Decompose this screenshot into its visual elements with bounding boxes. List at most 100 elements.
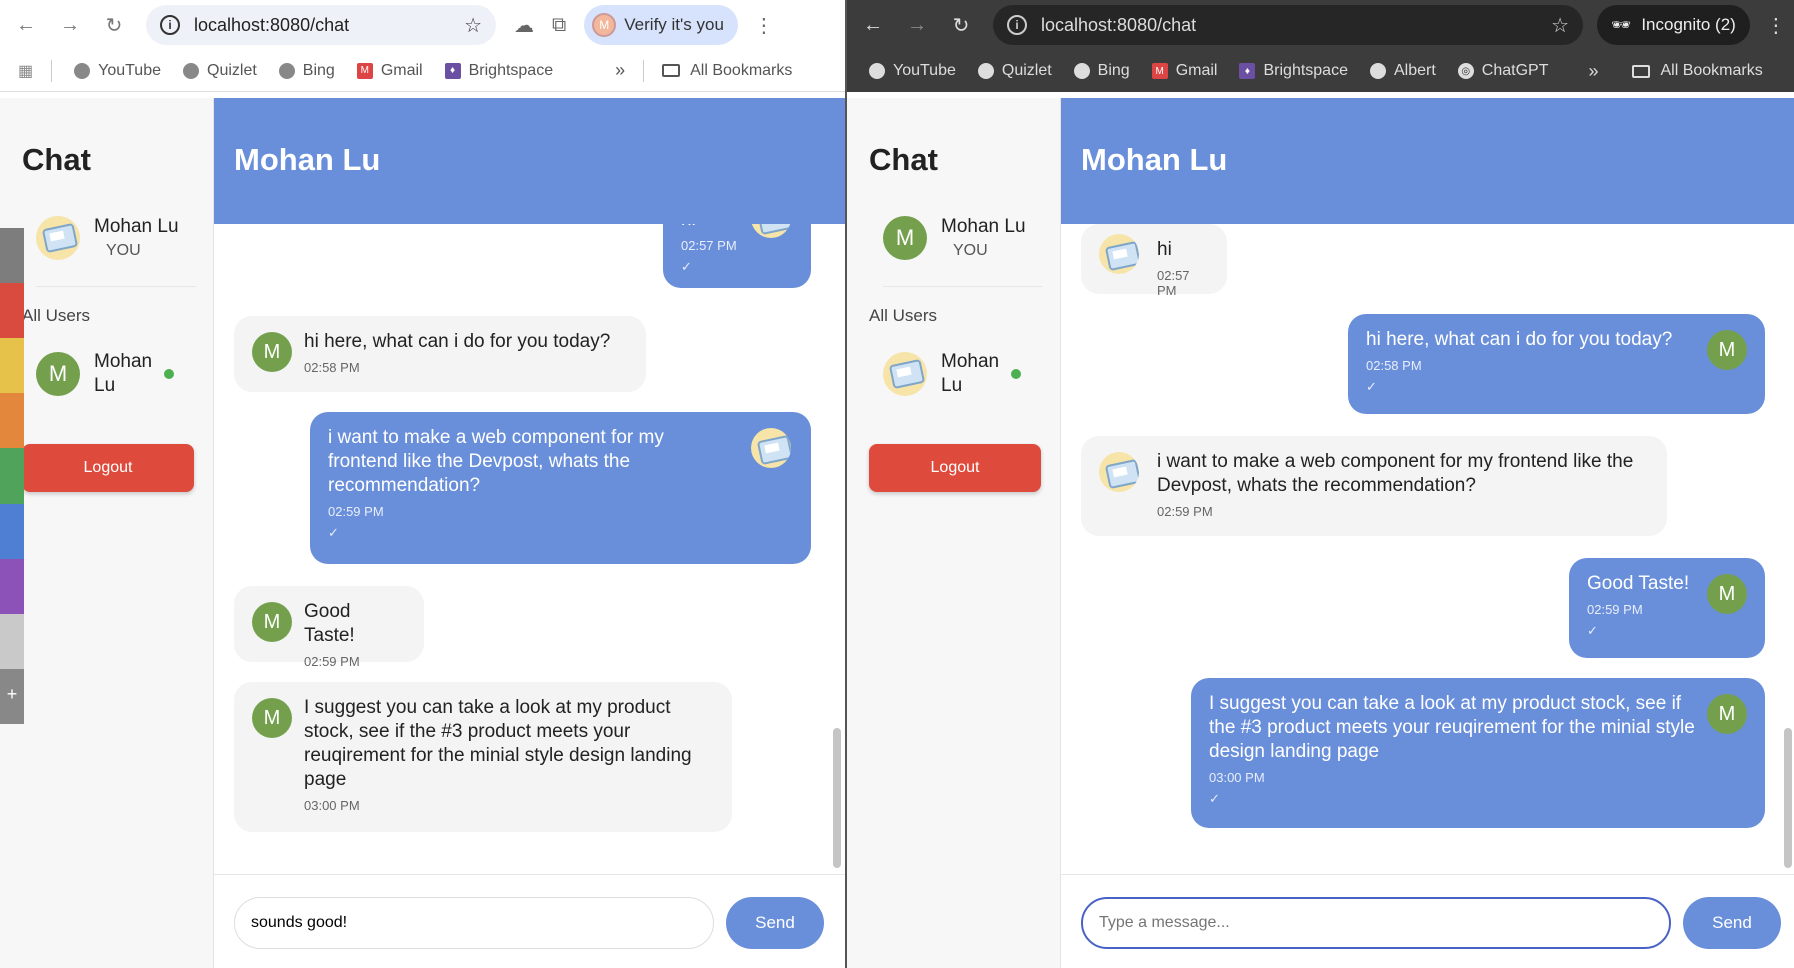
message-incoming: i want to make a web component for my fr… bbox=[1081, 436, 1667, 536]
bookmark-star-icon[interactable]: ☆ bbox=[464, 13, 482, 38]
bookmark-youtube[interactable]: YouTube bbox=[74, 62, 161, 80]
user-avatar bbox=[751, 224, 791, 238]
message-outgoing: i want to make a web component for my fr… bbox=[310, 412, 811, 564]
bookmark-brightspace[interactable]: ♦ Brightspace bbox=[1239, 62, 1348, 80]
bookmark-quizlet[interactable]: Quizlet bbox=[183, 62, 257, 80]
globe-icon bbox=[869, 63, 885, 79]
bookmark-albert[interactable]: Albert bbox=[1369, 62, 1436, 80]
bookmark-star-icon[interactable]: ☆ bbox=[1551, 13, 1569, 38]
dock-app-icon[interactable] bbox=[0, 338, 24, 394]
read-receipt: ✓ bbox=[328, 525, 339, 540]
dock: + bbox=[0, 228, 24, 724]
message-time: 02:59 PM bbox=[304, 654, 360, 669]
gmail-icon: M bbox=[1151, 63, 1168, 79]
reload-icon[interactable]: ↻ bbox=[943, 7, 979, 43]
incognito-badge[interactable]: 🕶 Incognito (2) bbox=[1597, 5, 1750, 45]
address-bar[interactable]: i localhost:8080/chat ☆ bbox=[993, 5, 1583, 45]
menu-icon[interactable]: ⋮ bbox=[1766, 13, 1786, 38]
dock-app-icon[interactable] bbox=[0, 393, 24, 449]
menu-icon[interactable]: ⋮ bbox=[754, 13, 774, 38]
divider bbox=[36, 286, 196, 287]
user-name: Mohan Lu bbox=[94, 351, 153, 396]
sidebar: Chat M Mohan Lu YOU All Users Mohan Lu L… bbox=[847, 98, 1061, 968]
message-time: 03:00 PM bbox=[1209, 770, 1265, 785]
chat-header: Mohan Lu bbox=[214, 98, 845, 224]
message-time: 02:59 PM bbox=[328, 504, 384, 519]
bookmark-label: Bing bbox=[302, 61, 335, 79]
user-avatar: M bbox=[883, 216, 927, 260]
profile-avatar: M bbox=[592, 13, 617, 37]
bookmark-brightspace[interactable]: ♦ Brightspace bbox=[444, 62, 553, 80]
message-text: hi here, what can i do for you today? bbox=[304, 331, 611, 352]
bookmark-gmail[interactable]: M Gmail bbox=[356, 61, 423, 80]
read-receipt: ✓ bbox=[1587, 623, 1598, 638]
online-status-dot bbox=[1011, 369, 1021, 379]
apps-grid-icon[interactable]: ▦ bbox=[18, 61, 33, 81]
dock-app-icon[interactable] bbox=[0, 228, 24, 284]
message-time: 02:57 PM bbox=[1157, 268, 1190, 298]
message-text: hi bbox=[1157, 239, 1172, 260]
sender-avatar bbox=[1099, 234, 1139, 274]
reload-icon[interactable]: ↻ bbox=[96, 7, 132, 43]
dock-app-icon[interactable] bbox=[0, 503, 24, 559]
message-text: I suggest you can take a look at my prod… bbox=[304, 697, 692, 790]
verify-label: Verify it's you bbox=[624, 15, 724, 34]
user-list-item[interactable]: Mohan Lu bbox=[883, 350, 1021, 398]
online-status-dot bbox=[164, 369, 174, 379]
user-avatar bbox=[751, 428, 791, 468]
message-input[interactable] bbox=[1081, 897, 1671, 949]
bookmark-label: Gmail bbox=[380, 61, 423, 79]
dock-add-icon[interactable]: + bbox=[0, 668, 24, 724]
forward-icon[interactable]: → bbox=[899, 7, 935, 43]
user-avatar: M bbox=[1707, 574, 1747, 614]
all-bookmarks-button[interactable]: All Bookmarks bbox=[1632, 62, 1763, 80]
send-button[interactable]: Send bbox=[1683, 897, 1781, 949]
bookmark-label: ChatGPT bbox=[1481, 62, 1549, 79]
message-outgoing: I suggest you can take a look at my prod… bbox=[1191, 678, 1765, 828]
sender-avatar: M bbox=[252, 698, 292, 738]
dock-app-icon[interactable] bbox=[0, 558, 24, 614]
current-user: M Mohan Lu YOU bbox=[883, 216, 1026, 260]
user-avatar bbox=[883, 352, 927, 396]
user-list-item[interactable]: M Mohan Lu bbox=[36, 350, 174, 398]
send-button[interactable]: Send bbox=[726, 897, 824, 949]
back-icon[interactable]: ← bbox=[8, 7, 44, 43]
bookmark-bing[interactable]: Bing bbox=[278, 61, 335, 80]
globe-icon bbox=[977, 63, 994, 79]
bookmark-bing[interactable]: Bing bbox=[1073, 62, 1130, 80]
more-bookmarks-icon[interactable]: » bbox=[1588, 61, 1598, 82]
message-time: 02:59 PM bbox=[1587, 602, 1643, 617]
forward-icon[interactable]: → bbox=[52, 7, 88, 43]
message-time: 02:57 PM bbox=[681, 238, 737, 253]
bookmark-label: Gmail bbox=[1175, 62, 1218, 79]
logout-button[interactable]: Logout bbox=[869, 444, 1041, 492]
verify-profile-button[interactable]: M Verify it's you bbox=[584, 5, 738, 45]
you-label: YOU bbox=[953, 242, 988, 259]
site-info-icon[interactable]: i bbox=[160, 15, 180, 35]
scrollbar-thumb[interactable] bbox=[1784, 728, 1792, 868]
bookmark-gmail[interactable]: M Gmail bbox=[1151, 62, 1218, 80]
dock-app-icon[interactable] bbox=[0, 283, 24, 339]
bookmark-youtube[interactable]: YouTube bbox=[869, 62, 956, 80]
scrollbar-thumb[interactable] bbox=[833, 728, 841, 868]
extensions-icon[interactable]: ⧉ bbox=[552, 14, 566, 37]
cloud-icon[interactable]: ☁ bbox=[514, 13, 534, 38]
site-info-icon[interactable]: i bbox=[1007, 15, 1027, 35]
more-bookmarks-icon[interactable]: » bbox=[615, 60, 625, 81]
bookmark-chatgpt[interactable]: ◎ ChatGPT bbox=[1457, 62, 1549, 80]
all-bookmarks-button[interactable]: All Bookmarks bbox=[662, 62, 792, 80]
bookmark-label: Quizlet bbox=[207, 61, 257, 79]
logout-button[interactable]: Logout bbox=[22, 444, 194, 492]
bookmarks-bar: YouTube Quizlet Bing M Gmail ♦ Brightspace… bbox=[847, 50, 1794, 92]
dock-app-icon[interactable] bbox=[0, 448, 24, 504]
message-composer: Send bbox=[1061, 874, 1794, 968]
address-bar[interactable]: i localhost:8080/chat ☆ bbox=[146, 5, 496, 45]
message-input[interactable]: sounds good! bbox=[234, 897, 714, 949]
folder-icon bbox=[662, 64, 681, 77]
sidebar-title: Chat bbox=[22, 142, 91, 177]
bookmark-quizlet[interactable]: Quizlet bbox=[977, 62, 1052, 80]
dock-app-icon[interactable] bbox=[0, 613, 24, 669]
back-icon[interactable]: ← bbox=[855, 7, 891, 43]
globe-icon bbox=[1073, 63, 1090, 79]
browser-window-left: ← → ↻ i localhost:8080/chat ☆ ☁ ⧉ M Veri… bbox=[0, 0, 845, 968]
